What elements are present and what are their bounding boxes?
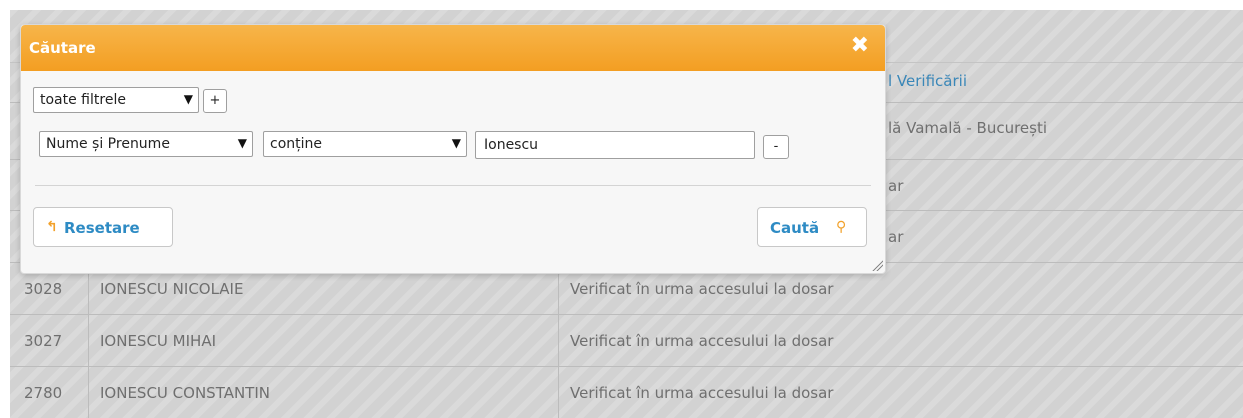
- column-divider: [558, 265, 559, 418]
- undo-icon: ↰: [46, 219, 58, 235]
- magnifier-icon: ⚲: [836, 219, 847, 235]
- cell-name: IONESCU CONSTANTIN: [100, 384, 270, 402]
- dialog-title: Căutare: [29, 39, 96, 57]
- cell-id: 3027: [24, 332, 63, 350]
- filter-field-value: Nume și Prenume: [46, 136, 170, 152]
- cell-status: ar: [888, 228, 904, 246]
- cell-status: Verificat în urma accesului la dosar: [570, 280, 834, 298]
- cell-id: 2780: [24, 384, 63, 402]
- chevron-down-icon: ▼: [451, 136, 461, 150]
- chevron-down-icon: ▼: [183, 92, 193, 106]
- filter-value-input[interactable]: Ionescu: [475, 131, 755, 159]
- cell-status: Verificat în urma accesului la dosar: [570, 384, 834, 402]
- group-operator-value: toate filtrele: [40, 92, 126, 108]
- cell-status: Verificat în urma accesului la dosar: [570, 332, 834, 350]
- reset-button[interactable]: ↰ Resetare: [33, 207, 173, 247]
- search-button[interactable]: Caută ⚲: [757, 207, 867, 247]
- filter-value-text: Ionescu: [484, 137, 539, 153]
- cell-id: 3028: [24, 280, 63, 298]
- remove-filter-button[interactable]: -: [763, 135, 789, 159]
- filter-operator-select[interactable]: conține ▼: [263, 131, 467, 157]
- filter-field-select[interactable]: Nume și Prenume ▼: [39, 131, 253, 157]
- search-label: Caută: [770, 219, 820, 237]
- dialog-divider: [35, 185, 871, 186]
- cell-name: IONESCU NICOLAIE: [100, 280, 244, 298]
- filter-operator-value: conține: [270, 136, 323, 152]
- table-row[interactable]: 2780 IONESCU CONSTANTIN Verificat în urm…: [10, 366, 1243, 418]
- cell-status: ar: [888, 177, 904, 195]
- dialog-titlebar[interactable]: Căutare ✖: [21, 25, 885, 71]
- close-icon[interactable]: ✖: [851, 35, 869, 57]
- add-filter-button[interactable]: +: [203, 89, 227, 113]
- column-divider: [88, 265, 89, 418]
- chevron-down-icon: ▼: [237, 136, 247, 150]
- resize-handle[interactable]: [871, 259, 883, 271]
- table-row[interactable]: 3027 IONESCU MIHAI Verificat în urma acc…: [10, 314, 1243, 366]
- column-header-verification[interactable]: l Verificării: [888, 72, 967, 90]
- reset-label: Resetare: [64, 219, 140, 237]
- search-dialog: Căutare ✖ toate filtrele ▼ + Nume și Pre…: [20, 24, 886, 274]
- group-operator-select[interactable]: toate filtrele ▼: [33, 87, 199, 113]
- cell-name: IONESCU MIHAI: [100, 332, 217, 350]
- cell-status: lă Vamală - București: [888, 119, 1048, 137]
